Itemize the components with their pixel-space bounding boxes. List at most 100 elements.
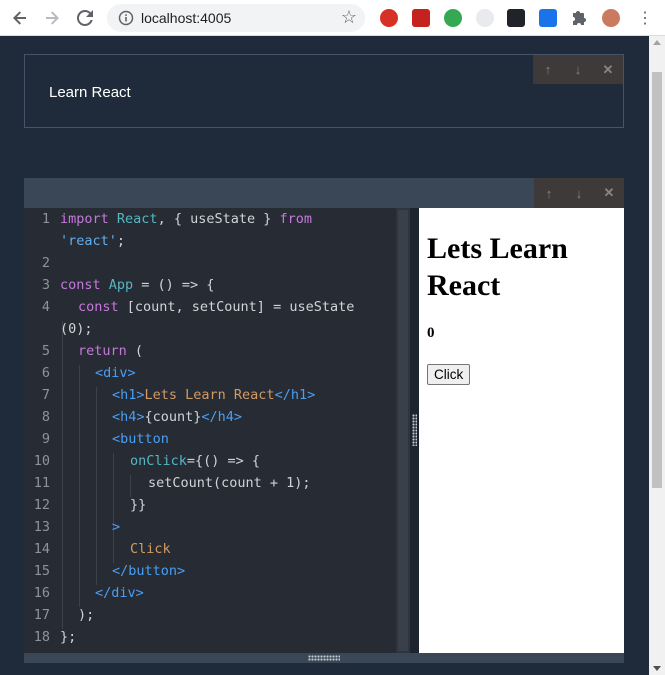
- forward-arrow-icon[interactable]: [41, 7, 63, 29]
- code-line: setCount(count + 1);: [148, 475, 311, 491]
- code-cell: ↑ ↓ ✕ 1 2 3 4 5 6 7 8 9 10 11 12 13 14 1…: [24, 178, 624, 663]
- browser-toolbar: localhost:4005 ☆ ⋮: [0, 0, 665, 36]
- text-cell[interactable]: Learn React ↑ ↓ ✕: [24, 54, 624, 128]
- code-token: }}: [130, 497, 147, 513]
- code-line: const App = () => {: [60, 277, 214, 293]
- code-line: <h1>Lets Learn React</h1>: [112, 387, 315, 403]
- line-number: 9: [41, 431, 50, 447]
- resize-grip-icon: [308, 655, 340, 661]
- horizontal-resize-handle[interactable]: [24, 653, 624, 663]
- code-line: </div>: [95, 585, 144, 601]
- code-token: {count}: [144, 409, 202, 425]
- editor-scroll-thumb[interactable]: [398, 210, 408, 651]
- address-bar[interactable]: localhost:4005 ☆: [107, 4, 365, 32]
- move-down-icon[interactable]: ↓: [563, 55, 593, 84]
- code-line: 'react';: [60, 233, 125, 249]
- code-token: <div>: [95, 365, 136, 381]
- line-number-gutter: 1 2 3 4 5 6 7 8 9 10 11 12 13 14 15 16 1…: [24, 208, 58, 653]
- ext-stop-icon[interactable]: [380, 9, 398, 27]
- code-token: import: [60, 211, 109, 227]
- info-icon[interactable]: [118, 10, 134, 26]
- scroll-thumb[interactable]: [652, 72, 662, 488]
- url-text: localhost:4005: [141, 10, 232, 26]
- line-number: 14: [33, 541, 50, 557]
- star-icon[interactable]: ☆: [341, 7, 357, 28]
- line-number: 1: [41, 211, 50, 227]
- delete-cell-icon[interactable]: ✕: [593, 55, 623, 84]
- ext-pdf-icon[interactable]: [412, 9, 430, 27]
- code-token: const: [78, 299, 119, 315]
- code-token: <h1>: [112, 387, 145, 403]
- line-number: 16: [33, 585, 50, 601]
- code-cell-toolbar: ↑ ↓ ✕: [534, 178, 624, 208]
- code-line: );: [78, 607, 94, 623]
- code-token: onClick: [130, 453, 187, 469]
- line-number: 7: [41, 387, 50, 403]
- code-line: (0);: [60, 321, 93, 337]
- ext-react-devtools-icon[interactable]: [507, 9, 525, 27]
- click-button[interactable]: Click: [427, 364, 471, 385]
- menu-kebab-icon[interactable]: ⋮: [634, 7, 656, 29]
- code-token: React: [108, 211, 158, 227]
- code-line: import React, { useState } from: [60, 211, 312, 227]
- code-token: Click: [130, 541, 171, 557]
- move-up-icon[interactable]: ↑: [533, 55, 563, 84]
- code-token: <button: [112, 431, 169, 447]
- preview-count: 0: [427, 325, 435, 341]
- editor-scrollbar[interactable]: [396, 208, 410, 653]
- code-token: 'react': [60, 233, 117, 249]
- code-line: onClick={() => {: [130, 453, 260, 469]
- ext-s-icon[interactable]: [539, 9, 557, 27]
- code-token: App: [100, 277, 134, 293]
- code-line: };: [60, 629, 76, 645]
- ext-target-icon[interactable]: [476, 9, 494, 27]
- code-token: return: [78, 343, 127, 359]
- vertical-resize-handle[interactable]: [410, 208, 419, 653]
- line-number: 15: [33, 563, 50, 579]
- code-token: = () => {: [133, 277, 215, 293]
- line-number: 3: [41, 277, 50, 293]
- extensions-puzzle-icon[interactable]: [571, 9, 589, 27]
- code-line: const [count, setCount] = useState: [78, 299, 354, 315]
- code-token: );: [78, 607, 95, 623]
- code-token: </div>: [95, 585, 144, 601]
- reload-icon[interactable]: [74, 7, 96, 29]
- code-token: const: [60, 277, 101, 293]
- line-number: 8: [41, 409, 50, 425]
- code-token: <h4>: [112, 409, 145, 425]
- ext-globe-icon[interactable]: [444, 9, 462, 27]
- page-scrollbar[interactable]: [649, 36, 665, 675]
- code-token: };: [60, 629, 77, 645]
- code-token: useState: [190, 211, 256, 227]
- code-line: <button: [112, 431, 169, 447]
- code-token: ={() => {: [186, 453, 261, 469]
- code-token: , {: [157, 211, 191, 227]
- line-number: 11: [33, 475, 50, 491]
- move-up-icon[interactable]: ↑: [534, 178, 564, 208]
- move-down-icon[interactable]: ↓: [564, 178, 594, 208]
- text-cell-content: Learn React: [49, 84, 131, 101]
- code-token: </button>: [112, 563, 186, 579]
- scroll-down-icon[interactable]: [653, 666, 661, 671]
- code-line: }}: [130, 497, 146, 513]
- profile-avatar[interactable]: [602, 9, 620, 27]
- scroll-up-icon[interactable]: [653, 40, 661, 45]
- code-token: (: [126, 343, 144, 359]
- back-arrow-icon[interactable]: [9, 7, 31, 29]
- indent-guide: [130, 475, 131, 497]
- line-number: 10: [33, 453, 50, 469]
- code-token: ;: [116, 233, 126, 249]
- code-line: Click: [130, 541, 171, 557]
- code-token: setCount(count + 1);: [148, 475, 311, 491]
- indent-guide: [113, 453, 114, 563]
- delete-cell-icon[interactable]: ✕: [594, 178, 624, 208]
- preview-pane: Lets Learn React 0 Click: [419, 208, 624, 653]
- indent-guide: [79, 365, 80, 607]
- code-token: >: [112, 519, 121, 535]
- code-token: from: [279, 211, 313, 227]
- line-number: 13: [33, 519, 50, 535]
- line-number: 4: [41, 299, 50, 315]
- line-number: 17: [33, 607, 50, 623]
- code-editor[interactable]: 1 2 3 4 5 6 7 8 9 10 11 12 13 14 15 16 1…: [24, 208, 410, 653]
- resize-grip-icon: [412, 414, 417, 446]
